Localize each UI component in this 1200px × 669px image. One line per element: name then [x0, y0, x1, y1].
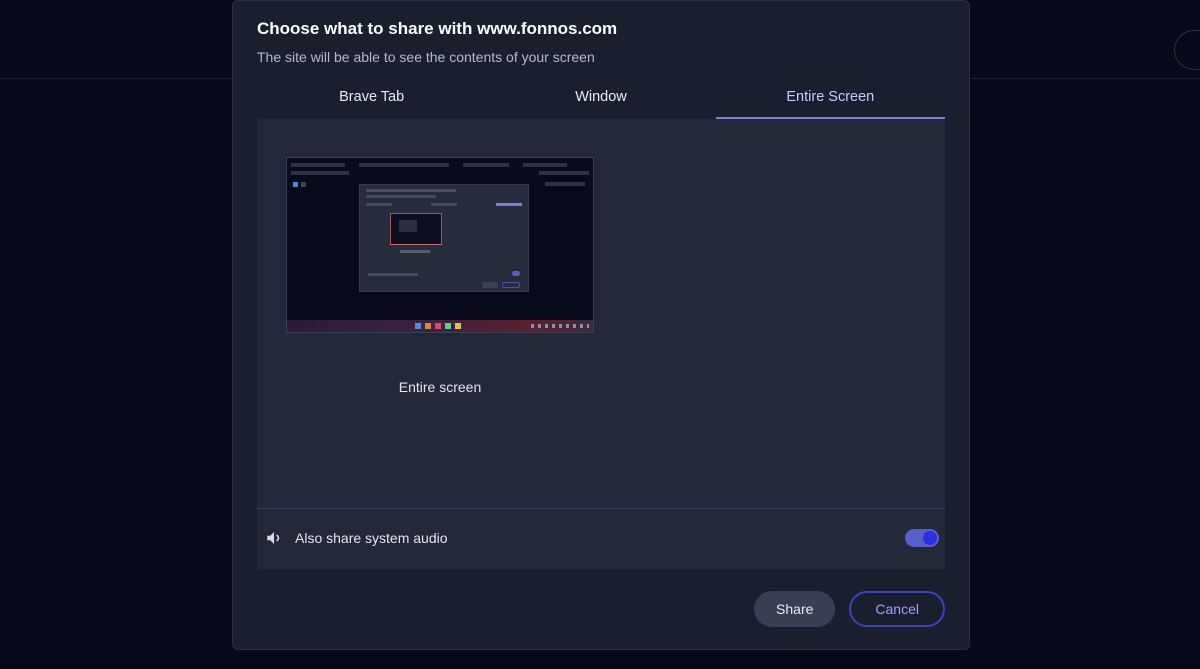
- share-audio-label: Also share system audio: [295, 530, 905, 546]
- dialog-subtitle: The site will be able to see the content…: [257, 49, 945, 65]
- share-source-tabs: Brave Tab Window Entire Screen: [233, 79, 969, 119]
- cancel-button[interactable]: Cancel: [849, 591, 945, 627]
- screen-option-label: Entire screen: [399, 379, 481, 395]
- share-audio-row: Also share system audio: [257, 523, 945, 553]
- share-audio-toggle[interactable]: [905, 529, 939, 547]
- edge-decoration: [1174, 30, 1200, 70]
- pane-divider: [257, 508, 945, 509]
- tab-entire-screen[interactable]: Entire Screen: [716, 79, 945, 119]
- content-pane: Entire screen Also share system audio: [257, 119, 945, 569]
- share-button[interactable]: Share: [754, 591, 835, 627]
- tab-brave-tab[interactable]: Brave Tab: [257, 79, 486, 119]
- tab-window[interactable]: Window: [486, 79, 715, 119]
- dialog-footer: Share Cancel: [233, 569, 969, 649]
- dialog-header: Choose what to share with www.fonnos.com…: [233, 1, 969, 79]
- speaker-icon: [265, 529, 283, 547]
- screen-preview-thumbnail: [286, 157, 594, 333]
- dialog-title: Choose what to share with www.fonnos.com: [257, 19, 945, 39]
- entire-screen-option[interactable]: Entire screen: [285, 157, 595, 395]
- share-screen-dialog: Choose what to share with www.fonnos.com…: [232, 0, 970, 650]
